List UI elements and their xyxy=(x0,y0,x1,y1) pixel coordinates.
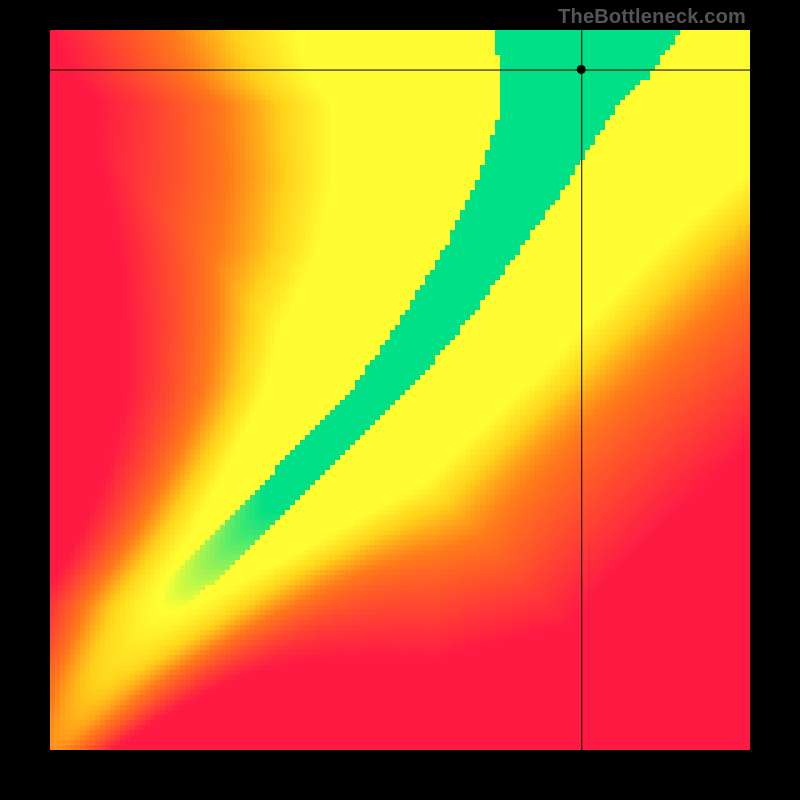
chart-container: TheBottleneck.com xyxy=(0,0,800,800)
bottleneck-heatmap xyxy=(50,30,750,750)
watermark-text: TheBottleneck.com xyxy=(558,6,746,29)
